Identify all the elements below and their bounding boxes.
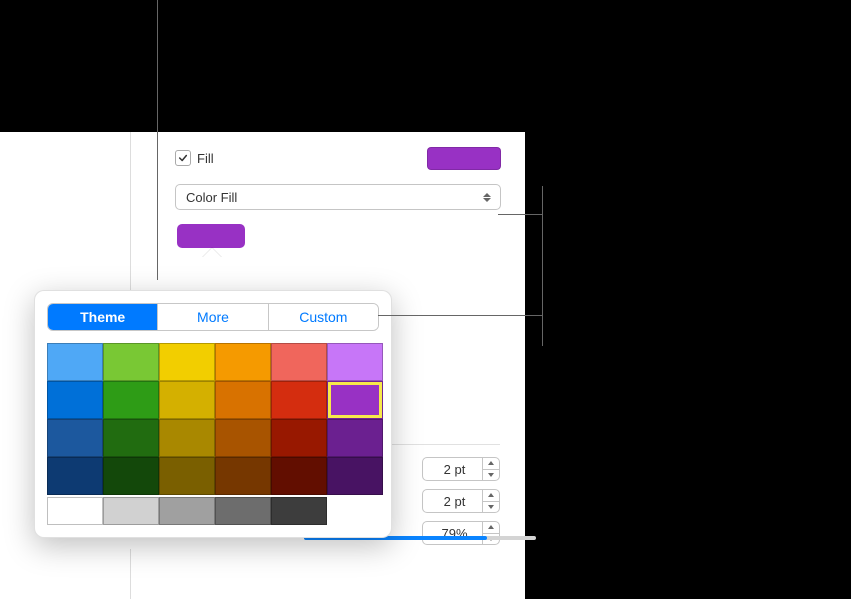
callout-line bbox=[157, 0, 158, 280]
color-swatch[interactable] bbox=[327, 381, 383, 419]
color-swatch[interactable] bbox=[103, 343, 159, 381]
chevron-up-down-icon bbox=[480, 193, 494, 202]
color-swatch[interactable] bbox=[327, 457, 383, 495]
color-swatch[interactable] bbox=[103, 381, 159, 419]
fill-checkbox[interactable] bbox=[175, 150, 191, 166]
stroke-width-stepper-1[interactable]: 2 pt bbox=[422, 457, 500, 481]
color-swatch[interactable] bbox=[103, 497, 159, 525]
color-swatch[interactable] bbox=[103, 419, 159, 457]
stepper-value: 2 pt bbox=[423, 494, 482, 509]
color-swatch[interactable] bbox=[215, 457, 271, 495]
tab-custom[interactable]: Custom bbox=[268, 304, 378, 330]
inspector-viewport: Fill Color Fill 2 pt bbox=[0, 132, 524, 599]
color-swatch-grid bbox=[47, 343, 383, 525]
fill-type-value: Color Fill bbox=[186, 190, 480, 205]
stroke-width-stepper-2[interactable]: 2 pt bbox=[422, 489, 500, 513]
color-swatch[interactable] bbox=[327, 343, 383, 381]
tab-theme[interactable]: Theme bbox=[48, 304, 157, 330]
step-up-button[interactable] bbox=[483, 490, 499, 501]
callout-line bbox=[542, 186, 543, 346]
fill-header-row: Fill bbox=[175, 144, 501, 172]
checkmark-icon bbox=[178, 153, 188, 163]
callout-line bbox=[498, 214, 543, 215]
color-picker-popover: Theme More Custom bbox=[34, 290, 392, 538]
tab-more[interactable]: More bbox=[157, 304, 267, 330]
fill-color-swatch-preview[interactable] bbox=[427, 147, 501, 170]
stepper-buttons bbox=[482, 458, 499, 480]
fill-color-well[interactable] bbox=[177, 224, 245, 248]
swatch-row bbox=[47, 419, 383, 457]
color-swatch[interactable] bbox=[159, 343, 215, 381]
color-swatch[interactable] bbox=[215, 381, 271, 419]
step-down-button[interactable] bbox=[483, 469, 499, 481]
color-swatch[interactable] bbox=[215, 419, 271, 457]
stepper-buttons bbox=[482, 490, 499, 512]
swatch-row bbox=[47, 381, 383, 419]
color-swatch[interactable] bbox=[47, 343, 103, 381]
stepper-value: 2 pt bbox=[423, 462, 482, 477]
color-swatch[interactable] bbox=[215, 497, 271, 525]
fill-label: Fill bbox=[197, 151, 214, 166]
callout-line bbox=[378, 315, 543, 316]
swatch-row bbox=[47, 497, 383, 525]
color-swatch[interactable] bbox=[271, 419, 327, 457]
swatch-row bbox=[47, 457, 383, 495]
stepper-buttons bbox=[482, 522, 499, 544]
color-swatch[interactable] bbox=[215, 343, 271, 381]
color-swatch[interactable] bbox=[47, 381, 103, 419]
color-swatch[interactable] bbox=[103, 457, 159, 495]
color-source-segmented-control: Theme More Custom bbox=[47, 303, 379, 331]
color-swatch[interactable] bbox=[271, 381, 327, 419]
color-swatch[interactable] bbox=[47, 419, 103, 457]
step-up-button[interactable] bbox=[483, 458, 499, 469]
opacity-stepper[interactable]: 79% bbox=[422, 521, 500, 545]
color-swatch[interactable] bbox=[159, 381, 215, 419]
step-up-button[interactable] bbox=[483, 522, 499, 533]
color-swatch[interactable] bbox=[271, 497, 327, 525]
color-swatch[interactable] bbox=[271, 457, 327, 495]
color-swatch[interactable] bbox=[159, 457, 215, 495]
color-swatch[interactable] bbox=[327, 419, 383, 457]
color-swatch[interactable] bbox=[47, 457, 103, 495]
fill-type-select[interactable]: Color Fill bbox=[175, 184, 501, 210]
color-swatch[interactable] bbox=[159, 497, 215, 525]
color-swatch[interactable] bbox=[47, 497, 103, 525]
color-swatch[interactable] bbox=[271, 343, 327, 381]
step-down-button[interactable] bbox=[483, 501, 499, 513]
color-swatch[interactable] bbox=[159, 419, 215, 457]
fill-section: Fill Color Fill bbox=[131, 132, 525, 248]
swatch-row bbox=[47, 343, 383, 381]
